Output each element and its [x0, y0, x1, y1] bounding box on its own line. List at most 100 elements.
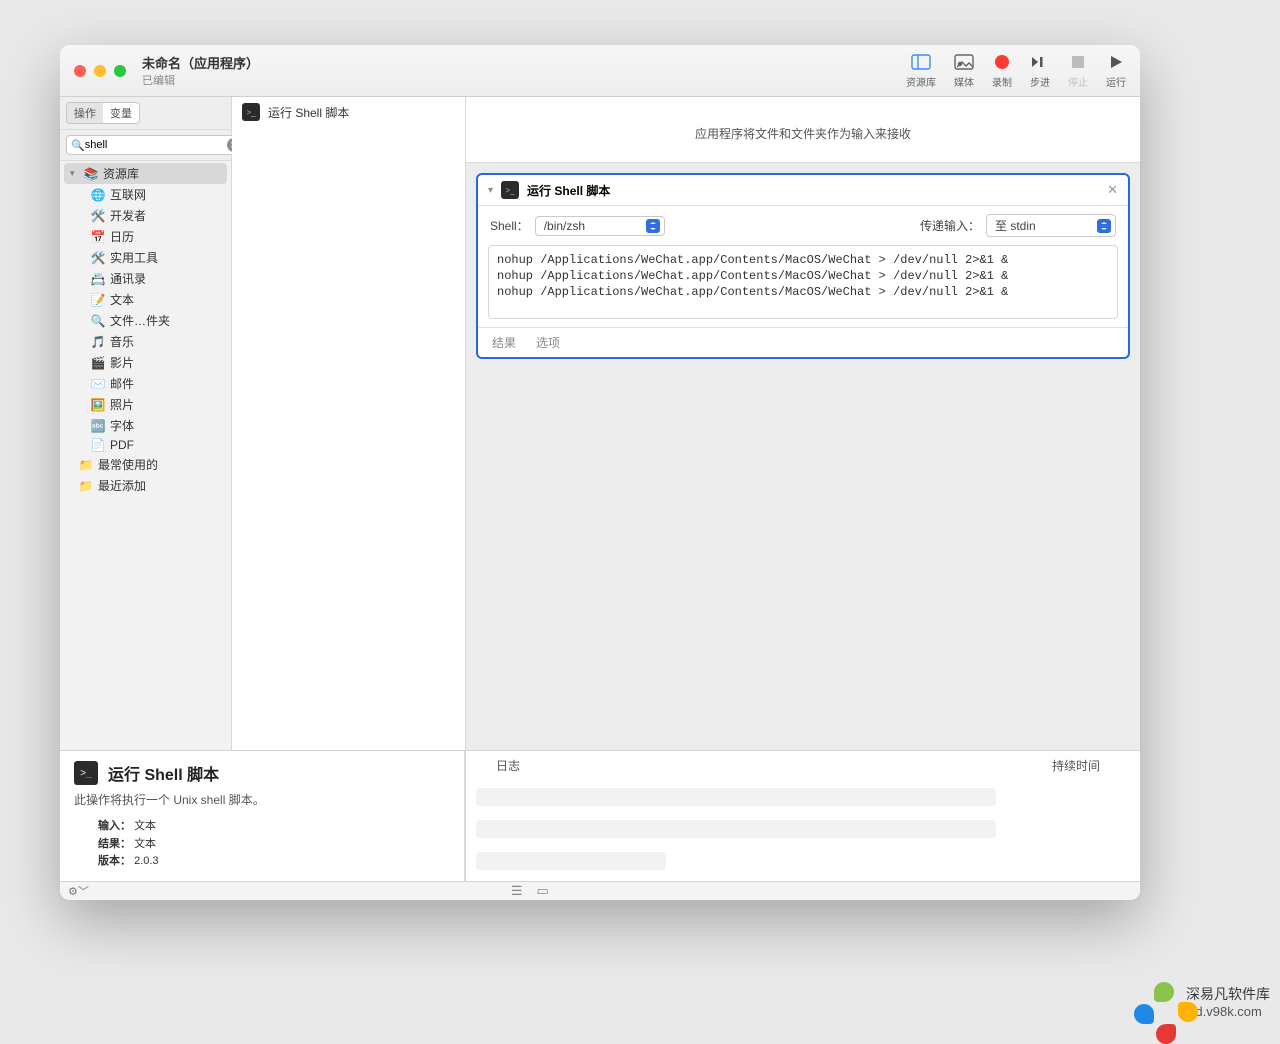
watermark-line1: 深易凡软件库: [1186, 985, 1270, 1003]
main-area: 应用程序将文件和文件夹作为输入来接收 ▾ >_ 运行 Shell 脚本 ✕ Sh…: [466, 97, 1140, 900]
search-row: 🔍 ✕: [60, 130, 231, 161]
log-placeholder: [476, 788, 996, 806]
sidebar-item-label: 文件…件夹: [110, 312, 170, 329]
sidebar-item-label: 文本: [110, 291, 134, 308]
sidebar-item[interactable]: 📇通讯录: [60, 268, 231, 289]
sidebar-item-label: 实用工具: [110, 249, 158, 266]
segment-control[interactable]: 操作 变量: [66, 102, 140, 124]
sidebar-item[interactable]: 🎵音乐: [60, 331, 231, 352]
script-editor[interactable]: nohup /Applications/WeChat.app/Contents/…: [488, 245, 1118, 319]
shell-select[interactable]: /bin/zsh: [535, 216, 665, 236]
log-placeholder: [476, 852, 666, 870]
sidebar-item[interactable]: 🌐互联网: [60, 184, 231, 205]
sidebar-item[interactable]: 🔍 文件…件夹: [60, 310, 231, 331]
category-icon: 🖼️: [90, 398, 106, 412]
title-sub: 已编辑: [142, 72, 259, 88]
sidebar-item-label: 最常使用的: [98, 456, 158, 473]
pass-select[interactable]: 至 stdin: [986, 214, 1116, 237]
options-tab[interactable]: 选项: [536, 334, 560, 351]
sidebar-item-label: 通讯录: [110, 270, 146, 287]
step-label: 步进: [1030, 74, 1050, 89]
pass-value: 至 stdin: [995, 217, 1036, 234]
sidebar-item[interactable]: 🔤字体: [60, 415, 231, 436]
step-icon: [1030, 53, 1050, 71]
search-box[interactable]: 🔍 ✕: [66, 135, 246, 155]
sidebar-item[interactable]: 🛠️ 实用工具: [60, 247, 231, 268]
list-view-icon[interactable]: ☰: [511, 883, 523, 899]
search-input[interactable]: [85, 139, 227, 151]
detail-kv: 输入： 文本 结果： 文本 版本： 2.0.3: [74, 818, 450, 871]
gear-icon[interactable]: ⚙︎﹀: [68, 883, 89, 899]
sidebar-item-label: 最近添加: [98, 477, 146, 494]
sidebar-item-label: 字体: [110, 417, 134, 434]
sidebar-item[interactable]: 🎬影片: [60, 352, 231, 373]
sidebar-item[interactable]: 📝 文本: [60, 289, 231, 310]
sidebar-item[interactable]: ✉️邮件: [60, 373, 231, 394]
stop-button: 停止: [1068, 53, 1088, 89]
zoom-button[interactable]: [114, 65, 126, 77]
toolbar: 资源库 媒体 录制 步进 停止 运行: [906, 53, 1126, 89]
detail-title: 运行 Shell 脚本: [108, 761, 219, 785]
terminal-icon: >_: [501, 181, 519, 199]
sidebar-item-label: PDF: [110, 438, 134, 452]
dropdown-icon: [1097, 219, 1111, 233]
record-button[interactable]: 录制: [992, 53, 1012, 89]
titlebar: 未命名（应用程序） 已编辑 资源库 媒体 录制 步进 停止: [60, 45, 1140, 97]
stop-icon: [1068, 53, 1088, 71]
flow-view-icon[interactable]: ▭: [537, 883, 549, 899]
category-icon: 🎬: [90, 356, 106, 370]
sidebar-item[interactable]: 📄 PDF: [60, 436, 231, 454]
log-header: 日志 持续时间: [466, 750, 1140, 780]
drop-hint: 应用程序将文件和文件夹作为输入来接收: [466, 97, 1140, 163]
run-icon: [1106, 53, 1126, 71]
folder-icon: 📁: [78, 458, 94, 472]
category-icon: 📝: [90, 293, 106, 307]
sidebar-item[interactable]: 📁 最常使用的: [60, 454, 231, 475]
collapse-icon[interactable]: ▾: [488, 185, 493, 196]
seg-vars[interactable]: 变量: [103, 103, 139, 123]
action-run-shell[interactable]: >_ 运行 Shell 脚本: [232, 97, 465, 127]
category-icon: ✉️: [90, 377, 106, 391]
library-button[interactable]: 资源库: [906, 53, 936, 89]
stop-label: 停止: [1068, 74, 1088, 89]
category-icon: 🛠️: [90, 251, 106, 265]
detail-panel: >_ 运行 Shell 脚本 此操作将执行一个 Unix shell 脚本。 输…: [60, 750, 465, 881]
category-icon: 🔍: [90, 314, 106, 328]
media-icon: [954, 53, 974, 71]
detail-desc: 此操作将执行一个 Unix shell 脚本。: [74, 791, 450, 808]
library-root[interactable]: ▾ 📚 资源库: [64, 163, 227, 184]
disclosure-icon[interactable]: ▾: [70, 168, 79, 179]
status-bar: ⚙︎﹀ ☰ ▭: [60, 881, 1140, 900]
seg-actions[interactable]: 操作: [67, 103, 103, 123]
searchbar: 操作 变量: [60, 97, 231, 130]
media-label: 媒体: [954, 74, 974, 89]
workflow-step: ▾ >_ 运行 Shell 脚本 ✕ Shell： /bin/zsh 传递输入：: [476, 173, 1130, 359]
media-button[interactable]: 媒体: [954, 53, 974, 89]
step-title: 运行 Shell 脚本: [527, 182, 610, 199]
log-placeholder: [476, 820, 996, 838]
watermark-line2: wd.v98k.com: [1186, 1004, 1270, 1021]
category-icon: 📄: [90, 438, 106, 452]
workflow-canvas[interactable]: ▾ >_ 运行 Shell 脚本 ✕ Shell： /bin/zsh 传递输入：: [466, 163, 1140, 750]
watermark-logo: [1132, 980, 1178, 1026]
sidebar-item[interactable]: 📁最近添加: [60, 475, 231, 496]
detail-title-row: >_ 运行 Shell 脚本: [74, 761, 450, 785]
remove-step-button[interactable]: ✕: [1107, 182, 1118, 198]
category-icon: 🎵: [90, 335, 106, 349]
shell-value: /bin/zsh: [544, 219, 585, 233]
sidebar-item[interactable]: 📅日历: [60, 226, 231, 247]
title-main: 未命名（应用程序）: [142, 53, 259, 72]
library-icon: 📚: [83, 167, 99, 181]
step-button[interactable]: 步进: [1030, 53, 1050, 89]
run-button[interactable]: 运行: [1106, 53, 1126, 89]
sidebar-item[interactable]: 🖼️照片: [60, 394, 231, 415]
search-icon: 🔍: [71, 139, 85, 152]
watermark: 深易凡软件库 wd.v98k.com: [1132, 980, 1270, 1026]
sidebar-item[interactable]: 🛠️开发者: [60, 205, 231, 226]
result-tab[interactable]: 结果: [492, 334, 516, 351]
sidebar-item-label: 开发者: [110, 207, 146, 224]
library-label: 资源库: [906, 74, 936, 89]
close-button[interactable]: [74, 65, 86, 77]
minimize-button[interactable]: [94, 65, 106, 77]
terminal-icon: >_: [74, 761, 98, 785]
